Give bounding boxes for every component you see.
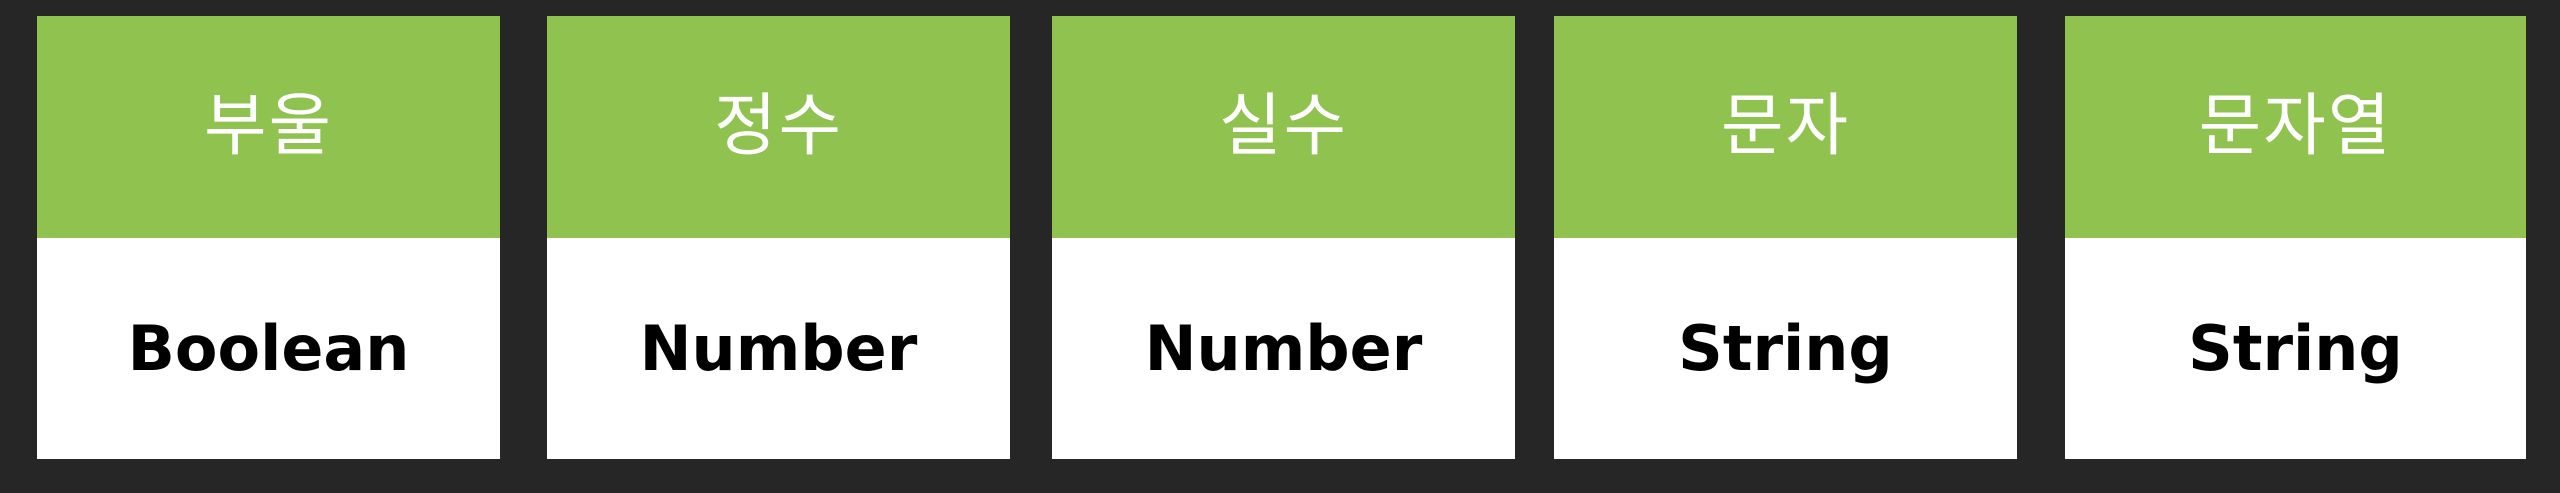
card-string: 문자열 String [2065, 16, 2526, 459]
card-header: 정수 [547, 16, 1010, 238]
card-boolean: 부울 Boolean [37, 16, 500, 459]
card-body: Number [547, 238, 1010, 459]
english-label: Number [639, 311, 918, 385]
card-body: String [2065, 238, 2526, 459]
card-body: Boolean [37, 238, 500, 459]
korean-label: 문자 [1720, 87, 1851, 166]
card-float: 실수 Number [1052, 16, 1515, 459]
card-integer: 정수 Number [547, 16, 1010, 459]
english-label: Number [1144, 311, 1423, 385]
english-label: Boolean [127, 311, 410, 385]
card-header: 실수 [1052, 16, 1515, 238]
card-body: String [1554, 238, 2017, 459]
korean-label: 부울 [203, 87, 334, 166]
english-label: String [1678, 311, 1893, 385]
english-label: String [2188, 311, 2403, 385]
card-header: 부울 [37, 16, 500, 238]
card-character: 문자 String [1554, 16, 2017, 459]
korean-label: 문자열 [2198, 87, 2393, 166]
card-header: 문자열 [2065, 16, 2526, 238]
korean-label: 정수 [713, 87, 844, 166]
card-body: Number [1052, 238, 1515, 459]
card-header: 문자 [1554, 16, 2017, 238]
korean-label: 실수 [1218, 87, 1349, 166]
data-type-cards: 부울 Boolean 정수 Number 실수 Number 문자 String… [0, 0, 2560, 493]
